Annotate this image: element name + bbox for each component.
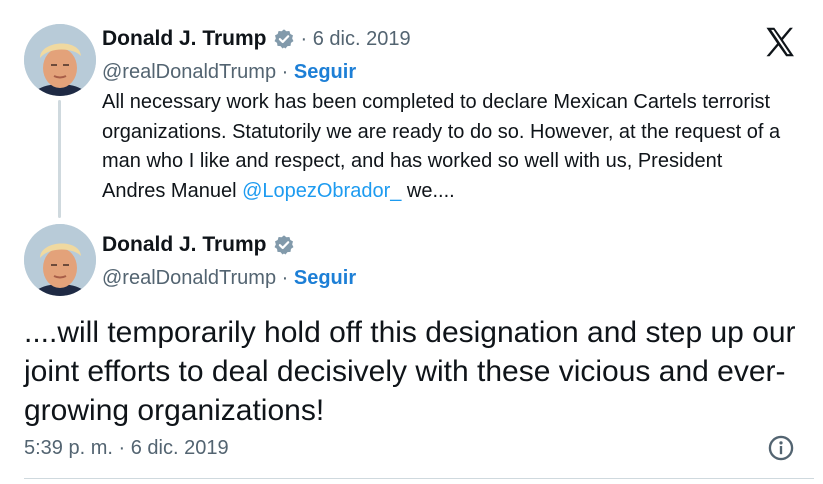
avatar[interactable]	[24, 24, 96, 96]
mention-link[interactable]: @LopezObrador_	[242, 180, 401, 202]
tweet-timestamp[interactable]: 5:39 p. m. · 6 dic. 2019	[24, 437, 229, 460]
tweet-text-end: we....	[401, 179, 455, 202]
tweet-2-text: ....will temporarily hold off this desig…	[24, 316, 796, 427]
avatar[interactable]	[24, 224, 96, 296]
tweet-2-header: Donald J. Trump	[102, 233, 295, 257]
follow-button[interactable]: Seguir	[294, 267, 356, 289]
info-icon[interactable]	[767, 434, 795, 462]
author-handle[interactable]: @realDonaldTrump	[102, 267, 276, 289]
date-text: 6 dic. 2019	[312, 27, 411, 50]
x-logo-icon[interactable]	[762, 24, 798, 60]
separator: ·	[281, 267, 289, 289]
divider	[24, 478, 814, 479]
separator: ·	[300, 27, 308, 50]
tweet-2-handle-row: @realDonaldTrump · Seguir	[102, 267, 356, 290]
embedded-tweet-card: Donald J. Trump · 6 dic. 2019 @realDonal…	[0, 0, 823, 484]
verified-badge-icon	[273, 28, 295, 50]
author-name[interactable]: Donald J. Trump	[102, 233, 267, 257]
avatar-portrait-icon	[24, 24, 96, 96]
tweet-date[interactable]: · 6 dic. 2019	[301, 28, 411, 51]
tweet-1-handle-row: @realDonaldTrump · Seguir	[102, 61, 356, 84]
tweet-1-text: All necessary work has been completed to…	[102, 88, 782, 206]
avatar-portrait-icon	[24, 224, 96, 296]
tweet-1-header: Donald J. Trump · 6 dic. 2019	[102, 27, 411, 51]
verified-badge-icon	[273, 234, 295, 256]
thread-connector-line	[58, 100, 61, 218]
author-name[interactable]: Donald J. Trump	[102, 27, 267, 51]
separator: ·	[281, 61, 289, 83]
author-handle[interactable]: @realDonaldTrump	[102, 61, 276, 83]
follow-button[interactable]: Seguir	[294, 61, 356, 83]
